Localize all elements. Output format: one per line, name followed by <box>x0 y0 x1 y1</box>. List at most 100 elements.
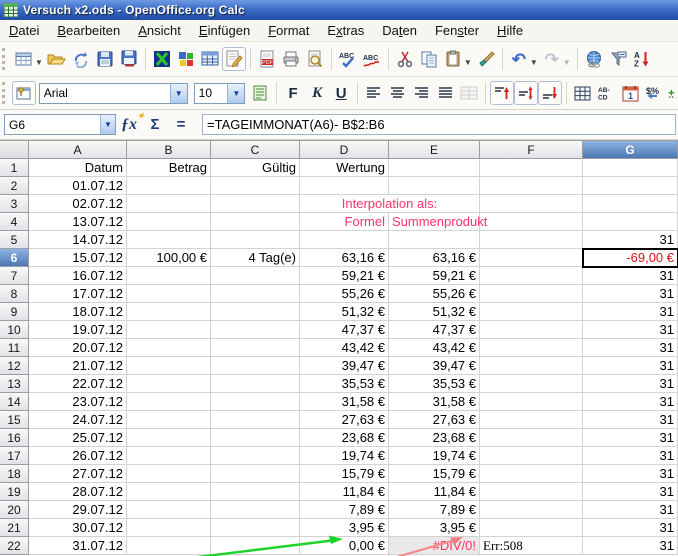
add-decimal-button[interactable] <box>666 81 678 105</box>
row-header-18[interactable]: 18 <box>0 465 29 483</box>
row-header-22[interactable]: 22 <box>0 537 29 555</box>
cell-F16[interactable] <box>480 429 583 447</box>
cell-B20[interactable] <box>127 501 211 519</box>
cell-E16[interactable]: 23,68 € <box>389 429 480 447</box>
cell-C15[interactable] <box>211 411 300 429</box>
undo-dropdown-arrow[interactable]: ▼ <box>530 58 538 67</box>
cell-A2[interactable]: 01.07.12 <box>29 177 127 195</box>
cell-E4[interactable]: Summenprodukt <box>389 213 480 231</box>
row-header-6[interactable]: 6 <box>0 249 29 267</box>
row-header-19[interactable]: 19 <box>0 483 29 501</box>
insert-table-button[interactable] <box>198 47 222 71</box>
cell-B15[interactable] <box>127 411 211 429</box>
cell-B2[interactable] <box>127 177 211 195</box>
print-button[interactable] <box>279 47 303 71</box>
cell-G15[interactable]: 31 <box>583 411 678 429</box>
cell-G18[interactable]: 31 <box>583 465 678 483</box>
cell-G22[interactable]: 31 <box>583 537 678 555</box>
cell-B8[interactable] <box>127 285 211 303</box>
formula-input[interactable] <box>202 114 676 135</box>
row-header-7[interactable]: 7 <box>0 267 29 285</box>
cell-B1[interactable]: Betrag <box>127 159 211 177</box>
font-name-combo[interactable]: ▼ <box>39 83 188 104</box>
cell-D8[interactable]: 55,26 € <box>300 285 389 303</box>
cell-G12[interactable]: 31 <box>583 357 678 375</box>
cell-A10[interactable]: 19.07.12 <box>29 321 127 339</box>
reload-button[interactable] <box>69 47 93 71</box>
align-right-button[interactable] <box>410 81 434 105</box>
cell-C12[interactable] <box>211 357 300 375</box>
cell-A19[interactable]: 28.07.12 <box>29 483 127 501</box>
cell-C13[interactable] <box>211 375 300 393</box>
styles-and-formatting-button[interactable] <box>12 81 36 105</box>
excel-button[interactable] <box>150 47 174 71</box>
cell-E6[interactable]: 63,16 € <box>389 249 480 267</box>
menu-item-hilfe[interactable]: Hilfe <box>488 21 532 40</box>
cell-D15[interactable]: 27,63 € <box>300 411 389 429</box>
cell-C1[interactable]: Gültig <box>211 159 300 177</box>
row-header-21[interactable]: 21 <box>0 519 29 537</box>
bold-button[interactable]: F <box>281 81 305 105</box>
cell-D7[interactable]: 59,21 € <box>300 267 389 285</box>
cell-E18[interactable]: 15,79 € <box>389 465 480 483</box>
cell-B4[interactable] <box>127 213 211 231</box>
cell-C3[interactable] <box>211 195 300 213</box>
cell-G3[interactable] <box>583 195 678 213</box>
gallery-button[interactable] <box>174 47 198 71</box>
cell-F2[interactable] <box>480 177 583 195</box>
cell-D16[interactable]: 23,68 € <box>300 429 389 447</box>
menu-item-fenster[interactable]: Fenster <box>426 21 488 40</box>
cell-A18[interactable]: 27.07.12 <box>29 465 127 483</box>
sum-icon[interactable]: Σ <box>142 116 168 133</box>
cell-A5[interactable]: 14.07.12 <box>29 231 127 249</box>
cell-B5[interactable] <box>127 231 211 249</box>
cell-F13[interactable] <box>480 375 583 393</box>
hyperlink-button[interactable] <box>582 47 606 71</box>
cell-C11[interactable] <box>211 339 300 357</box>
cell-A11[interactable]: 20.07.12 <box>29 339 127 357</box>
font-name-input[interactable] <box>40 84 170 103</box>
save-button[interactable] <box>93 47 117 71</box>
cell-E14[interactable]: 31,58 € <box>389 393 480 411</box>
date-format-button[interactable]: 1 <box>618 81 642 105</box>
cell-A15[interactable]: 24.07.12 <box>29 411 127 429</box>
cell-F11[interactable] <box>480 339 583 357</box>
document-button[interactable] <box>248 81 272 105</box>
row-header-11[interactable]: 11 <box>0 339 29 357</box>
cell-B17[interactable] <box>127 447 211 465</box>
align-center-button[interactable] <box>386 81 410 105</box>
menu-item-datei[interactable]: Datei <box>0 21 48 40</box>
cell-G20[interactable]: 31 <box>583 501 678 519</box>
cell-G8[interactable]: 31 <box>583 285 678 303</box>
cell-C17[interactable] <box>211 447 300 465</box>
open-button[interactable] <box>45 47 69 71</box>
cell-A12[interactable]: 21.07.12 <box>29 357 127 375</box>
cell-D2[interactable] <box>300 177 389 195</box>
cell-C14[interactable] <box>211 393 300 411</box>
column-header-G[interactable]: G <box>583 141 678 159</box>
row-header-1[interactable]: 1 <box>0 159 29 177</box>
edit-file-button[interactable] <box>222 47 246 71</box>
cell-F14[interactable] <box>480 393 583 411</box>
function-wizard-icon[interactable]: ƒx <box>116 116 142 134</box>
cell-G6[interactable]: -69,00 € <box>583 249 678 267</box>
font-name-dropdown-icon[interactable]: ▼ <box>170 84 187 103</box>
cell-C8[interactable] <box>211 285 300 303</box>
cell-D18[interactable]: 15,79 € <box>300 465 389 483</box>
cell-D9[interactable]: 51,32 € <box>300 303 389 321</box>
cell-A14[interactable]: 23.07.12 <box>29 393 127 411</box>
row-header-14[interactable]: 14 <box>0 393 29 411</box>
cell-D4[interactable]: Formel <box>300 213 389 231</box>
cell-A22[interactable]: 31.07.12 <box>29 537 127 555</box>
column-header-E[interactable]: E <box>389 141 480 159</box>
cell-B16[interactable] <box>127 429 211 447</box>
cell-F5[interactable] <box>480 231 583 249</box>
merge-cells-button[interactable] <box>457 81 481 105</box>
column-header-A[interactable]: A <box>29 141 127 159</box>
row-header-20[interactable]: 20 <box>0 501 29 519</box>
menu-item-daten[interactable]: Daten <box>373 21 426 40</box>
cell-B13[interactable] <box>127 375 211 393</box>
cell-D13[interactable]: 35,53 € <box>300 375 389 393</box>
cell-E22[interactable]: #DIV/0! <box>389 537 480 555</box>
row-header-12[interactable]: 12 <box>0 357 29 375</box>
